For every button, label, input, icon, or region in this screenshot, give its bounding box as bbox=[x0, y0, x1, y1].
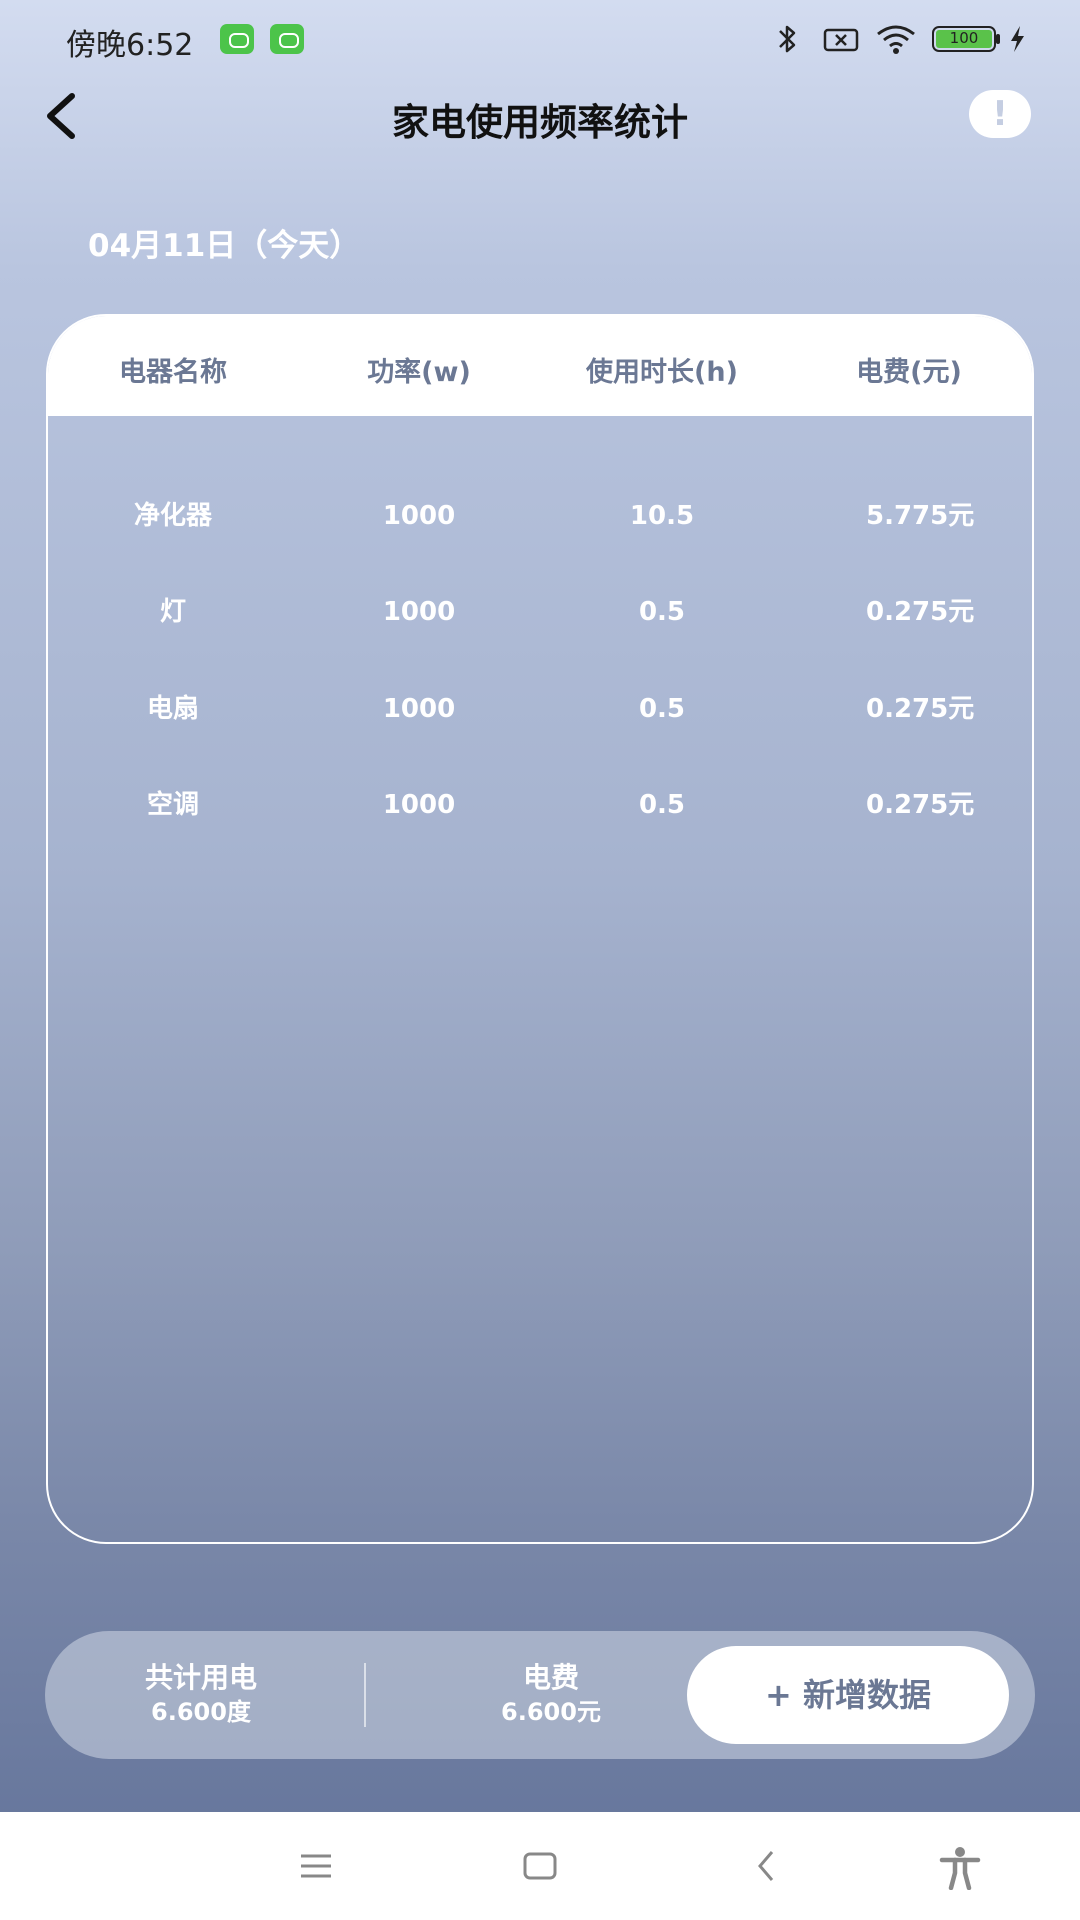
appliance-power: 1000 bbox=[382, 501, 456, 531]
table-row[interactable]: 电扇 1000 0.5 0.275元 bbox=[48, 679, 1032, 739]
appliance-hours: 0.5 bbox=[638, 597, 686, 627]
no-sim-icon bbox=[823, 28, 859, 52]
summary-bar: 共计用电 6.600度 电费 6.600元 + 新增数据 bbox=[45, 1631, 1035, 1759]
appliance-power: 1000 bbox=[382, 694, 456, 724]
summary-divider bbox=[364, 1663, 366, 1727]
total-cost-label: 电费 bbox=[522, 1661, 579, 1694]
column-header-cost: 电费(元) bbox=[856, 357, 962, 388]
appliance-cost: 0.275元 bbox=[866, 597, 975, 627]
date-label: 04月11日（今天） bbox=[88, 228, 361, 264]
menu-icon[interactable] bbox=[298, 1846, 334, 1886]
appliance-cost: 0.275元 bbox=[866, 790, 975, 820]
exclamation-icon: ! bbox=[992, 94, 1008, 134]
appliance-power: 1000 bbox=[382, 790, 456, 820]
appliance-name: 净化器 bbox=[133, 501, 212, 531]
battery-tip bbox=[996, 34, 1000, 44]
info-button[interactable]: ! bbox=[969, 90, 1031, 138]
column-header-name: 电器名称 bbox=[119, 357, 227, 388]
table-row[interactable]: 灯 1000 0.5 0.275元 bbox=[48, 582, 1032, 642]
system-nav-bar bbox=[0, 1812, 1080, 1920]
table-row[interactable]: 净化器 1000 10.5 5.775元 bbox=[48, 486, 1032, 546]
status-time: 傍晚6:52 bbox=[66, 28, 194, 63]
appliance-power: 1000 bbox=[382, 597, 456, 627]
appliance-cost: 0.275元 bbox=[866, 694, 975, 724]
table-header: 电器名称 功率(w) 使用时长(h) 电费(元) bbox=[48, 316, 1032, 416]
battery-icon: 100 bbox=[932, 26, 996, 52]
battery-level: 100 bbox=[936, 30, 992, 48]
app-notification-icon bbox=[270, 24, 304, 54]
appliance-hours: 0.5 bbox=[638, 790, 686, 820]
add-data-button[interactable]: + 新增数据 bbox=[687, 1646, 1009, 1744]
bluetooth-icon bbox=[779, 25, 796, 53]
total-usage-value: 6.600度 bbox=[151, 1698, 251, 1726]
column-header-hours: 使用时长(h) bbox=[586, 357, 738, 388]
charging-icon bbox=[1011, 26, 1024, 52]
app-notification-icon bbox=[220, 24, 254, 54]
column-header-power: 功率(w) bbox=[367, 357, 471, 388]
home-square-icon[interactable] bbox=[521, 1846, 559, 1886]
table-row[interactable]: 空调 1000 0.5 0.275元 bbox=[48, 775, 1032, 835]
appliance-hours: 10.5 bbox=[629, 501, 695, 531]
appliance-hours: 0.5 bbox=[638, 694, 686, 724]
wifi-icon bbox=[877, 25, 915, 54]
appliance-name: 灯 bbox=[159, 597, 186, 627]
appliance-name: 电扇 bbox=[146, 694, 199, 724]
total-usage: 共计用电 6.600度 bbox=[85, 1661, 317, 1729]
total-cost-value: 6.600元 bbox=[501, 1698, 601, 1726]
nav-back-icon[interactable] bbox=[752, 1846, 782, 1886]
accessibility-icon[interactable] bbox=[938, 1846, 982, 1890]
usage-table: 电器名称 功率(w) 使用时长(h) 电费(元) 净化器 1000 10.5 5… bbox=[46, 314, 1034, 1544]
appliance-name: 空调 bbox=[146, 790, 199, 820]
status-bar: 傍晚6:52 100 bbox=[0, 0, 1080, 80]
total-usage-label: 共计用电 bbox=[144, 1661, 257, 1694]
total-cost: 电费 6.600元 bbox=[435, 1661, 667, 1729]
appliance-cost: 5.775元 bbox=[866, 501, 975, 531]
page-title: 家电使用频率统计 bbox=[392, 101, 688, 144]
